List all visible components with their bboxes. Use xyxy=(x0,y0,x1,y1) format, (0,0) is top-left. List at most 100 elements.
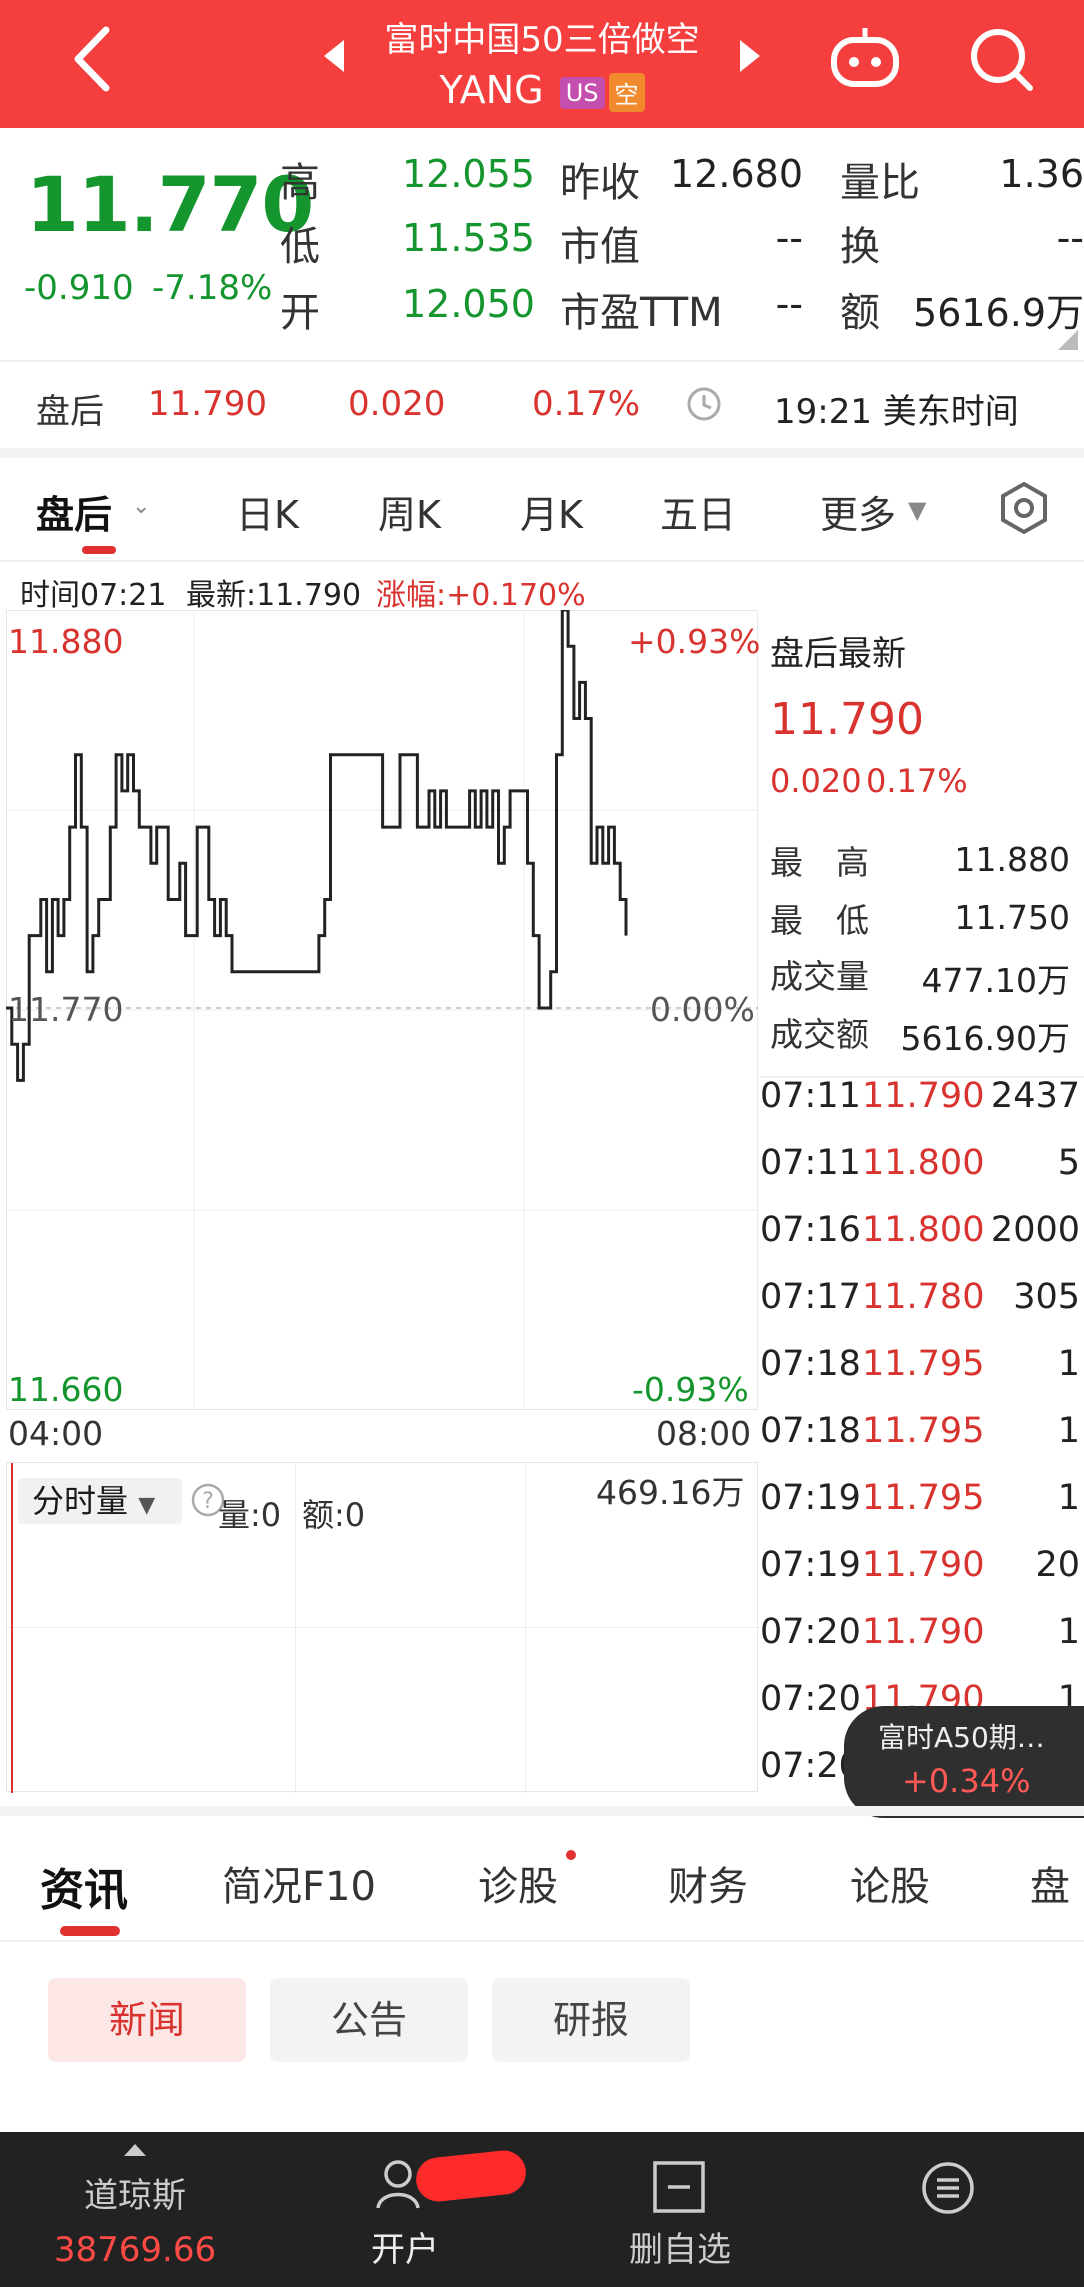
chart-tab[interactable]: 更多 xyxy=(820,484,896,539)
remove-watchlist-label: 删自选 xyxy=(629,2230,731,2270)
stat-value: -- xyxy=(775,282,803,326)
after-hours-label: 盘后 xyxy=(36,392,104,432)
chart-tab[interactable]: 盘后 xyxy=(36,484,112,539)
stat-label: 低 xyxy=(280,224,320,270)
trade-price: 11.800 xyxy=(862,1143,985,1183)
expand-corner-icon[interactable] xyxy=(1058,330,1078,350)
stock-ticker-line: YANG US 空 xyxy=(0,68,1084,112)
trade-time: 07:20 xyxy=(760,1612,861,1652)
trade-time: 07:18 xyxy=(760,1411,861,1451)
open-account-label: 开户 xyxy=(371,2230,439,2270)
side-stat-value: 5616.90万 xyxy=(900,1019,1070,1058)
short-badge: 空 xyxy=(608,73,645,112)
float-widget-pct: +0.34% xyxy=(902,1762,1031,1800)
trade-row: 07:11 11.790 2437 xyxy=(760,1076,1084,1142)
trade-price: 11.795 xyxy=(862,1478,985,1518)
trade-row: 07:18 11.795 1 xyxy=(760,1344,1084,1410)
next-stock-icon[interactable] xyxy=(736,38,764,74)
remove-watchlist-button[interactable]: 删自选 xyxy=(570,2132,790,2287)
stat-value: 11.535 xyxy=(402,216,535,260)
info-tab[interactable]: 简况F10 xyxy=(222,1854,376,1912)
trade-row: 07:18 11.795 1 xyxy=(760,1411,1084,1477)
trade-price: 11.780 xyxy=(862,1277,985,1317)
chart-settings-icon[interactable] xyxy=(994,478,1054,538)
pct-mid-label: 0.00% xyxy=(650,990,755,1029)
dow-index-button[interactable]: 道琼斯 38769.66 xyxy=(0,2132,270,2287)
chart-info-latest: 最新:11.790 xyxy=(186,578,362,613)
side-stat-label: 最 高 xyxy=(770,843,869,882)
info-tab[interactable]: 资讯 xyxy=(40,1854,128,1918)
remove-watchlist-icon xyxy=(653,2161,705,2213)
stat-value: 12.680 xyxy=(670,152,803,196)
pill-research[interactable]: 研报 xyxy=(492,1978,690,2062)
side-stat-label: 最 低 xyxy=(770,901,869,940)
more-menu-button[interactable] xyxy=(900,2132,1050,2287)
trade-price: 11.790 xyxy=(862,1545,985,1585)
pct-bottom-label: -0.93% xyxy=(632,1370,749,1409)
price-change-pct: -7.18% xyxy=(152,268,273,308)
menu-icon xyxy=(922,2162,974,2214)
trade-volume: 5 xyxy=(1057,1143,1080,1183)
info-tab[interactable]: 盘 xyxy=(1030,1854,1070,1912)
pill-news[interactable]: 新闻 xyxy=(48,1978,246,2062)
trade-volume: 305 xyxy=(1013,1277,1080,1317)
trade-row: 07:11 11.800 5 xyxy=(760,1143,1084,1209)
trade-row: 07:17 11.780 305 xyxy=(760,1277,1084,1343)
side-stat-label: 成交额 xyxy=(770,1015,869,1054)
side-panel-change: 0.020 xyxy=(770,762,862,800)
info-tab[interactable]: 财务 xyxy=(668,1854,748,1912)
float-widget-name: 富时A50期… xyxy=(878,1721,1045,1754)
caret-up-icon xyxy=(124,2144,146,2156)
chart-info-pct: 涨幅:+0.170% xyxy=(376,578,586,613)
chart-tab-indicator xyxy=(82,546,116,554)
index-name: 道琼斯 xyxy=(84,2176,186,2216)
trade-row: 07:20 11.790 1 xyxy=(760,1612,1084,1678)
chart-tab[interactable]: 月K xyxy=(520,484,583,539)
chart-tab[interactable]: 五日 xyxy=(660,484,736,539)
stat-label: 量比 xyxy=(840,160,920,206)
volume-mode-dropdown[interactable]: 分时量 ▼ xyxy=(18,1478,182,1524)
open-account-button[interactable]: 开户 xyxy=(300,2132,530,2287)
robot-assistant-icon[interactable] xyxy=(828,24,902,90)
pct-top-label: +0.93% xyxy=(628,622,761,661)
caret-down-icon: ▼ xyxy=(908,496,927,524)
chart-info-time: 时间07:21 xyxy=(20,578,167,613)
side-panel-pct: 0.17% xyxy=(866,762,968,800)
floating-index-widget[interactable]: 富时A50期… +0.34% xyxy=(844,1706,1084,1818)
market-badge: US xyxy=(559,76,605,109)
side-panel-price: 11.790 xyxy=(770,694,924,745)
chart-tab[interactable]: 日K xyxy=(236,484,299,539)
after-hours-change: 0.020 xyxy=(348,384,446,424)
side-stat-value: 11.750 xyxy=(954,898,1070,937)
after-hours-time: 19:21 美东时间 xyxy=(774,392,1019,432)
trade-volume: 1 xyxy=(1057,1478,1080,1518)
trade-price: 11.790 xyxy=(862,1612,985,1652)
stat-value: -- xyxy=(775,216,803,260)
trade-time: 07:11 xyxy=(760,1143,861,1183)
info-tab[interactable]: 诊股 xyxy=(478,1854,558,1912)
info-tab-indicator xyxy=(60,1926,120,1936)
after-hours-price: 11.790 xyxy=(148,384,267,424)
side-stat-value: 477.10万 xyxy=(921,961,1070,1000)
pill-announcements[interactable]: 公告 xyxy=(270,1978,468,2062)
promo-badge xyxy=(414,2148,528,2204)
volume-mode-label: 分时量 xyxy=(32,1482,129,1520)
stat-value: 12.050 xyxy=(402,282,535,326)
stat-label: 市值 xyxy=(560,224,640,270)
trade-row: 07:16 11.800 2000 xyxy=(760,1210,1084,1276)
trade-volume: 1 xyxy=(1057,1612,1080,1652)
chart-tab[interactable]: 周K xyxy=(378,484,441,539)
stat-value: 12.055 xyxy=(402,152,535,196)
trade-row: 07:19 11.795 1 xyxy=(760,1478,1084,1544)
search-icon[interactable] xyxy=(966,24,1038,94)
stock-ticker: YANG xyxy=(439,68,544,112)
trade-price: 11.795 xyxy=(862,1411,985,1451)
price-change: -0.910 xyxy=(24,268,134,308)
bottom-bar: 道琼斯 38769.66 开户 删自选 xyxy=(0,2132,1084,2287)
trade-time: 07:20 xyxy=(760,1679,861,1719)
trade-price: 11.800 xyxy=(862,1210,985,1250)
info-tab[interactable]: 论股 xyxy=(850,1854,930,1912)
y-top-label: 11.880 xyxy=(8,622,124,661)
dropdown-arrow-icon: ▼ xyxy=(138,1493,156,1518)
trade-time: 07:19 xyxy=(760,1478,861,1518)
